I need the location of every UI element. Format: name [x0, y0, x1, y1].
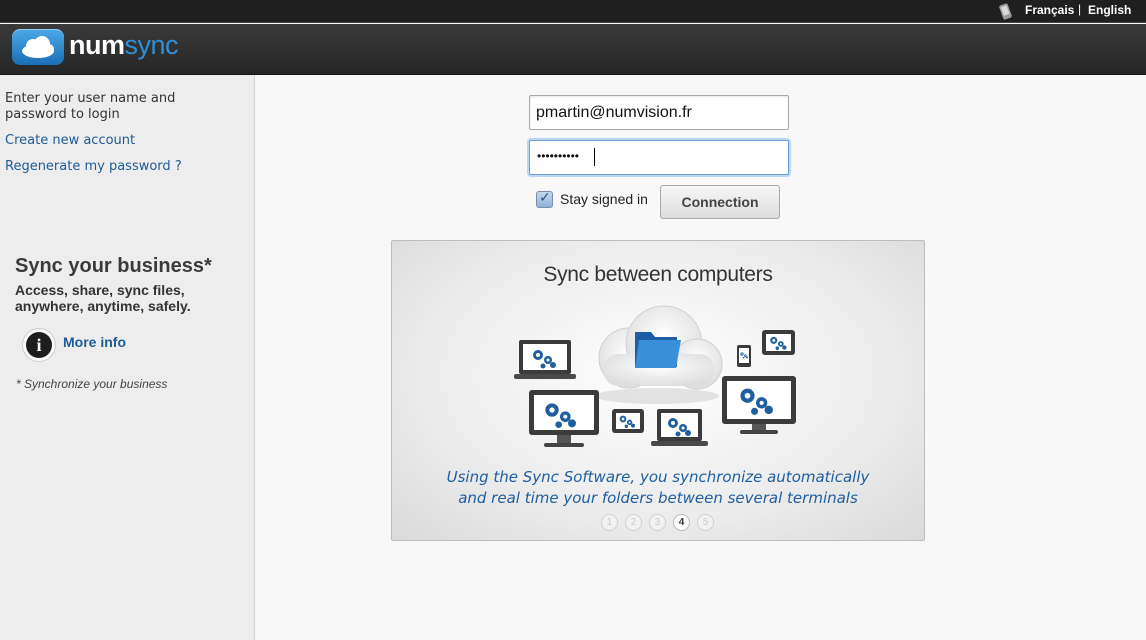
feature-slideshow: Sync between computers Using the Sync So… [391, 240, 925, 541]
password-mask: •••••••••• [537, 149, 580, 163]
tablet-icon [612, 409, 644, 433]
cloud-folder-icon [595, 305, 723, 404]
stay-signed-in-label[interactable]: Stay signed in [560, 191, 648, 207]
more-info-link[interactable]: More info [63, 334, 126, 350]
promo-title: Sync your business* [15, 255, 212, 277]
slide-dot-3[interactable]: 3 [649, 514, 666, 531]
promo-subtitle: Access, share, sync files, anywhere, any… [15, 282, 191, 314]
sidebar: Enter your user name and password to log… [0, 75, 255, 640]
desktop-monitor-icon [722, 376, 796, 434]
tablet-icon [762, 330, 795, 355]
app-logo[interactable]: numsync [69, 30, 179, 61]
slide-dot-5[interactable]: 5 [697, 514, 714, 531]
password-input[interactable]: •••••••••• [529, 140, 789, 175]
slide-dot-1[interactable]: 1 [601, 514, 618, 531]
slide-dot-4[interactable]: 4 [673, 514, 690, 531]
stay-signed-in-checkbox[interactable]: ✓ [536, 190, 553, 208]
language-french-link[interactable]: Français [1025, 3, 1074, 17]
connection-button[interactable]: Connection [660, 185, 780, 219]
login-instructions: Enter your user name and password to log… [5, 91, 176, 122]
username-input[interactable] [529, 95, 789, 130]
language-bar: Français | English [0, 0, 1146, 23]
slide-title: Sync between computers [543, 263, 773, 286]
checkmark-icon: ✓ [539, 190, 551, 206]
info-icon-glyph: i [26, 332, 52, 358]
sync-illustration [514, 305, 796, 447]
regenerate-password-link[interactable]: Regenerate my password ? [5, 159, 182, 174]
logo-num: num [69, 30, 125, 60]
slide-dot-2[interactable]: 2 [625, 514, 642, 531]
app-header: numsync [0, 24, 1146, 75]
slide-caption: Using the Sync Software, you synchronize… [446, 468, 870, 507]
language-english-link[interactable]: English [1088, 3, 1131, 17]
cloud-icon[interactable] [12, 29, 64, 65]
laptop-icon [651, 409, 708, 446]
desktop-monitor-icon [529, 390, 599, 447]
smartphone-icon [737, 345, 751, 367]
logo-sync: sync [124, 30, 179, 60]
laptop-icon [514, 340, 576, 379]
info-icon[interactable]: i [22, 328, 56, 362]
mobile-phone-icon [999, 3, 1012, 20]
create-account-link[interactable]: Create new account [5, 133, 135, 148]
text-caret [594, 148, 595, 166]
language-separator: | [1078, 2, 1082, 16]
footnote: * Synchronize your business [16, 377, 168, 391]
